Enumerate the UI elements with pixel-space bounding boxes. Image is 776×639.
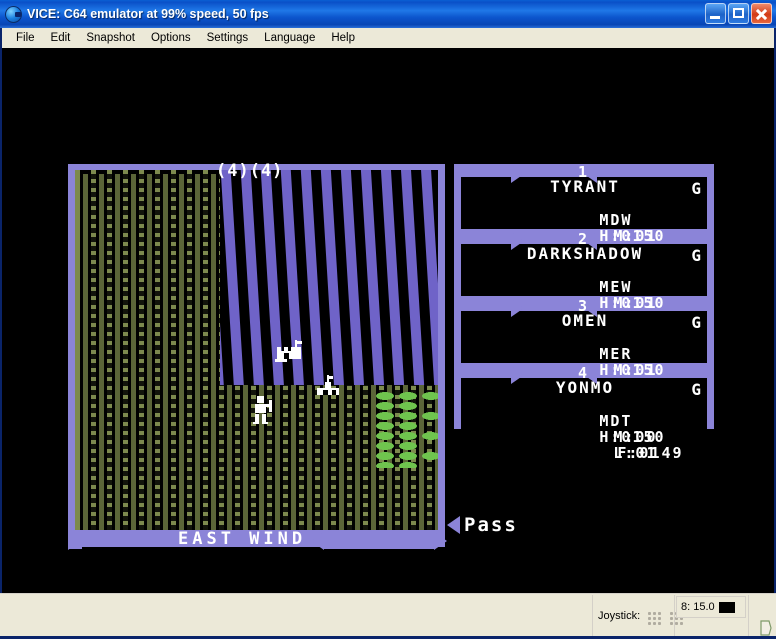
party-number-4: 4 [577,364,591,382]
party-number-3: 3 [577,297,591,315]
party-panel-1[interactable]: TYRANT G MDW M:01 L:01 H:0150 F:0149 [461,177,707,260]
status-bar-separator-3 [748,595,749,637]
maximize-button[interactable] [728,3,749,24]
tower-sprite [317,375,339,395]
menu-item-help[interactable]: Help [323,30,363,46]
status-bar-separator-1 [592,595,593,637]
menu-item-edit[interactable]: Edit [43,30,79,46]
close-button[interactable] [751,3,772,24]
drive-track-label: 8: 15.0 [681,601,715,613]
terrain-forest-cluster [363,398,431,468]
banner-arrow-right-pass [434,532,447,550]
map-viewport[interactable] [75,170,438,530]
menu-item-snapshot[interactable]: Snapshot [78,30,143,46]
vice-app-icon [5,5,22,23]
menu-item-file[interactable]: File [8,30,43,46]
map-bottom-banner-right [324,532,434,549]
status-bar-message-area [0,594,592,638]
c64-display: (4)(4) EAST WIND Pass TYRANT G MDW M:01 … [68,116,714,550]
banner-arrow-left-bottom [311,532,324,550]
pass-arrow-icon [447,516,460,534]
window-title: VICE: C64 emulator at 99% speed, 50 fps [27,7,269,21]
minimize-button[interactable] [705,3,726,24]
pass-label: Pass [464,514,518,536]
party-panel-4[interactable]: YONMO G MDT M:00 L:01 H:0150 F:0149 [461,378,707,461]
party-4-food: F:0149 [617,444,684,462]
party-4-hits-food: H:0150 F:0149 [467,413,703,477]
map-location-label: EAST WIND [178,529,307,549]
party-panel-3[interactable]: OMEN G MER M:01 L:01 H:0150 F:0149 [461,311,707,394]
menu-item-language[interactable]: Language [256,30,323,46]
menu-item-settings[interactable]: Settings [199,30,257,46]
castle-sprite [275,340,302,362]
status-bar-separator-2 [674,595,675,637]
joystick-port-1-icon[interactable] [648,612,662,626]
drive-led-icon [718,601,735,613]
player-sprite [253,396,272,424]
map-party-indicator: (4)(4) [216,161,284,181]
party-panel-2[interactable]: DARKSHADOW G MEW M:01 L:01 H:0150 F:0149 [461,244,707,327]
terrain-water [220,170,438,385]
status-bar: Joystick: 8: 15.0 [0,593,776,639]
map-frame [68,164,445,547]
party-number-2: 2 [577,230,591,248]
joystick-label: Joystick: [598,610,641,622]
menu-bar: File Edit Snapshot Options Settings Lang… [2,28,774,48]
map-bottom-banner-left [68,532,82,549]
emulator-screen[interactable]: (4)(4) EAST WIND Pass TYRANT G MDW M:01 … [2,48,774,593]
vice-emulator-window: VICE: C64 emulator at 99% speed, 50 fps … [0,0,776,639]
party-number-1: 1 [577,163,591,181]
drive-status[interactable]: 8: 15.0 [676,596,746,618]
title-bar[interactable]: VICE: C64 emulator at 99% speed, 50 fps [0,0,776,28]
resize-grip-icon[interactable] [759,619,773,637]
window-controls [705,3,772,24]
menu-item-options[interactable]: Options [143,30,199,46]
